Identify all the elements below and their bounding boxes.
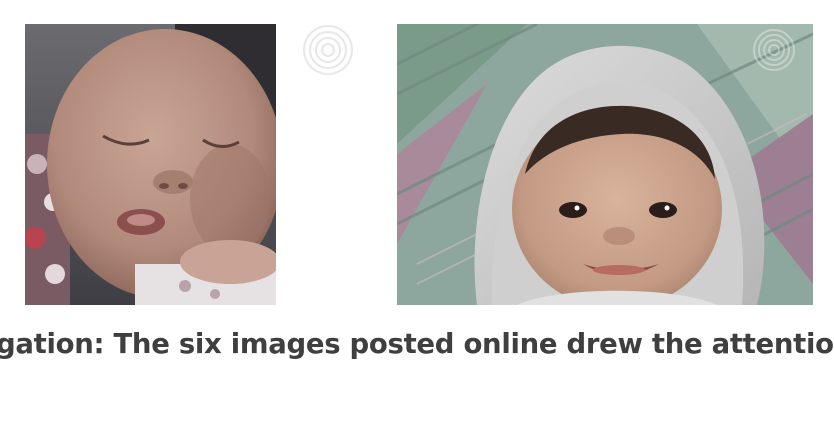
- smiling-baby-in-hood-photo: [397, 24, 813, 305]
- fingerprint-icon: [300, 22, 356, 82]
- photo-caption: gation: The six images posted online dre…: [0, 328, 834, 360]
- article-photo-block: gation: The six images posted online dre…: [0, 0, 834, 431]
- fingerprint-icon: [752, 28, 796, 76]
- sleeping-baby-photo: [25, 24, 276, 305]
